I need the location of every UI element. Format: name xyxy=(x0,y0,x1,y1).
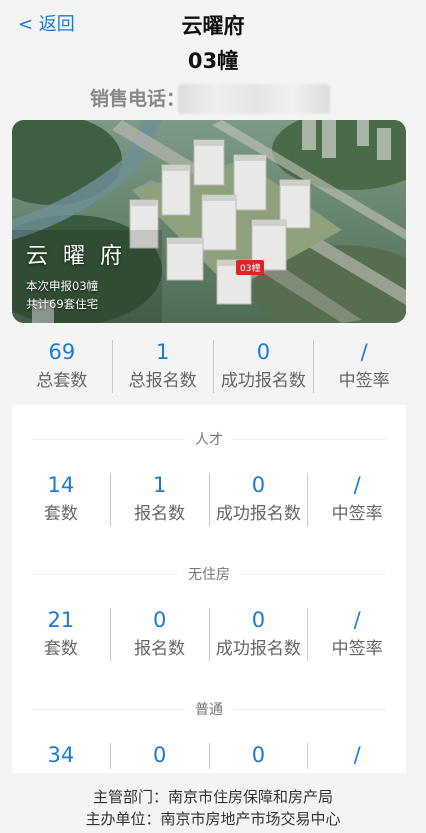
stat-value: / xyxy=(360,340,368,364)
stat-value: 0 xyxy=(251,473,266,497)
stat-rate: / 中签率 xyxy=(308,473,406,526)
banner-project-name: 云 曜 府 xyxy=(26,244,126,269)
building-tag: 03幢 xyxy=(236,260,265,275)
stat-success: 0 xyxy=(210,743,309,769)
summary-stats: 69 总套数 1 总报名数 0 成功报名数 / 中签率 xyxy=(12,340,414,393)
stat-rate: / xyxy=(308,743,406,769)
stat-value: 0 xyxy=(251,608,266,632)
stat-label: 成功报名数 xyxy=(220,371,306,391)
stat-value: 1 xyxy=(155,340,170,364)
category-title: 人才 xyxy=(185,432,233,448)
stat-label: 套数 xyxy=(43,504,78,524)
category-title: 无住房 xyxy=(178,567,240,583)
header: < 返回 云曜府 03幢 销售电话： xyxy=(0,0,426,115)
footer-dept: 主管部门：南京市住房保障和房产局 xyxy=(92,788,333,806)
stat-value: / xyxy=(353,743,361,767)
footer-organizer: 主办单位：南京市房地产市场交易中心 xyxy=(85,810,341,828)
stat-success: 0 成功报名数 xyxy=(214,340,315,393)
stat-value: 0 xyxy=(152,608,167,632)
category-title: 普通 xyxy=(185,702,233,718)
stat-label: 总报名数 xyxy=(128,371,197,391)
stat-total-applicants: 1 总报名数 xyxy=(113,340,214,393)
page-title: 云曜府 xyxy=(181,14,245,38)
stat-value: 69 xyxy=(48,340,76,364)
stat-label: 中签率 xyxy=(338,371,390,391)
stat-value: 0 xyxy=(256,340,271,364)
sales-phone-label: 销售电话： xyxy=(90,88,186,110)
stat-applicants: 0 报名数 xyxy=(111,608,210,661)
phone-number-redacted xyxy=(178,84,330,114)
project-banner-image: 云 曜 府 本次申报03幢 共计69套住宅 03幢 xyxy=(12,120,406,323)
stat-label: 总套数 xyxy=(36,371,88,391)
stat-label: 中签率 xyxy=(331,504,383,524)
stat-units: 14 套数 xyxy=(12,473,111,526)
building-title: 03幢 xyxy=(187,49,239,73)
stat-value: 14 xyxy=(47,473,75,497)
stat-value: 1 xyxy=(152,473,167,497)
stat-success: 0 成功报名数 xyxy=(210,473,309,526)
stat-value: / xyxy=(353,473,361,497)
stat-units: 21 套数 xyxy=(12,608,111,661)
category-stats-talent: 14 套数 1 报名数 0 成功报名数 / 中签率 xyxy=(12,473,406,526)
stat-success: 0 成功报名数 xyxy=(210,608,309,661)
stat-label: 中签率 xyxy=(331,639,383,659)
category-stats-regular: 34 0 0 / xyxy=(12,743,406,769)
category-stats-no-housing: 21 套数 0 报名数 0 成功报名数 / 中签率 xyxy=(12,608,406,661)
stat-value: / xyxy=(353,608,361,632)
stat-total-units: 69 总套数 xyxy=(12,340,113,393)
stat-units: 34 xyxy=(12,743,111,769)
stat-rate: / 中签率 xyxy=(308,608,406,661)
banner-units-line: 共计69套住宅 xyxy=(26,297,99,311)
category-card: 人才 14 套数 1 报名数 0 成功报名数 / 中签率 无住房 21 套数 0… xyxy=(12,405,406,773)
stat-value: 0 xyxy=(152,743,167,767)
stat-label: 成功报名数 xyxy=(215,639,301,659)
stat-rate: / 中签率 xyxy=(314,340,414,393)
stat-label: 成功报名数 xyxy=(215,504,301,524)
stat-applicants: 1 报名数 xyxy=(111,473,210,526)
stat-value: 0 xyxy=(251,743,266,767)
stat-value: 34 xyxy=(47,743,75,767)
stat-value: 21 xyxy=(47,608,75,632)
stat-label: 报名数 xyxy=(134,639,186,659)
stat-applicants: 0 xyxy=(111,743,210,769)
stat-label: 报名数 xyxy=(134,504,186,524)
banner-building-line: 本次申报03幢 xyxy=(26,279,99,293)
stat-label: 套数 xyxy=(43,639,78,659)
